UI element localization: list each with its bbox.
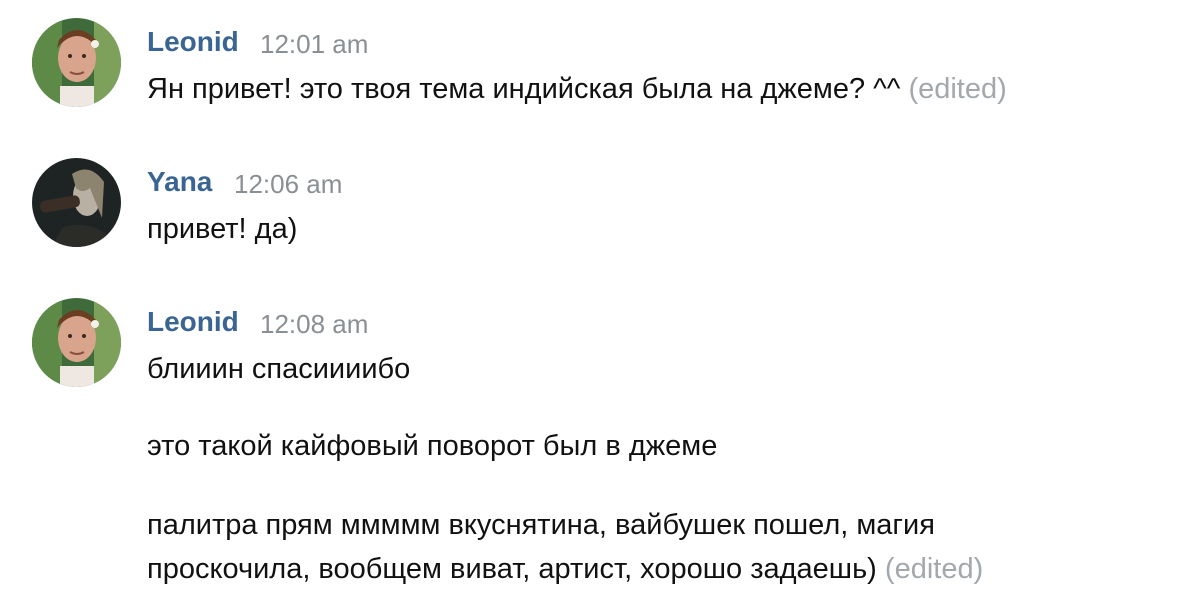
edited-marker: (edited) bbox=[884, 553, 984, 585]
message-author[interactable]: Leonid bbox=[147, 26, 239, 58]
message-line: проскочила, вообщем виват, артист, хорош… bbox=[147, 553, 877, 585]
message-timestamp: 12:01 am bbox=[260, 29, 369, 59]
message-line: Ян привет! это твоя тема индийская была … bbox=[147, 73, 901, 105]
message-author[interactable]: Yana bbox=[147, 166, 212, 198]
avatar[interactable] bbox=[32, 158, 121, 247]
message-line: блииин спасиииибо bbox=[147, 353, 411, 385]
message-timestamp: 12:06 am bbox=[234, 169, 343, 199]
message-text: Ян привет! это твоя тема индийская была … bbox=[147, 69, 1007, 109]
edited-marker: (edited) bbox=[908, 73, 1007, 105]
avatar[interactable] bbox=[32, 298, 121, 387]
message-text: блииин спасиииибо bbox=[147, 349, 410, 389]
message-line: привет! да) bbox=[147, 213, 298, 245]
message-author[interactable]: Leonid bbox=[147, 306, 239, 338]
message-timestamp: 12:08 am bbox=[260, 309, 369, 339]
message-text: привет! да) bbox=[147, 209, 297, 249]
message-line: это такой кайфовый поворот был в джеме bbox=[147, 430, 718, 462]
avatar[interactable] bbox=[32, 18, 121, 107]
message-text: проскочила, вообщем виват, артист, хорош… bbox=[147, 549, 983, 589]
message-text: это такой кайфовый поворот был в джеме bbox=[147, 426, 717, 466]
message-text: палитра прям ммммм вкуснятина, вайбушек … bbox=[147, 505, 935, 545]
message-line: палитра прям ммммм вкуснятина, вайбушек … bbox=[147, 509, 935, 541]
